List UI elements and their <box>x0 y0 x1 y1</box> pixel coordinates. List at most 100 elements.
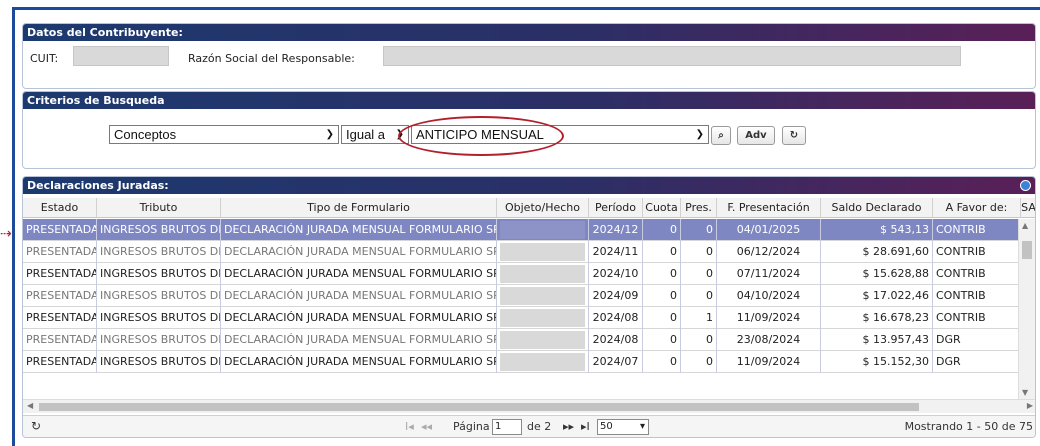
vertical-scrollbar[interactable]: ▲ ▼ <box>1018 219 1035 399</box>
page-input[interactable]: 1 <box>492 419 522 435</box>
razon-social-field <box>383 46 961 66</box>
first-page-icon[interactable]: I◂ <box>405 420 414 433</box>
col-estado[interactable]: Estado <box>23 198 97 218</box>
table-row[interactable]: PRESENTADAINGRESOS BRUTOS DIRECTODECLARA… <box>23 263 1019 285</box>
cell-periodo: 2024/08 <box>589 307 643 329</box>
cell-tributo: INGRESOS BRUTOS DIRECTO <box>97 219 221 241</box>
col-pres[interactable]: Pres. <box>681 198 717 218</box>
hscroll-thumb[interactable] <box>39 403 919 411</box>
table-row[interactable]: PRESENTADAINGRESOS BRUTOS DIRECTODECLARA… <box>23 351 1019 373</box>
table-row[interactable]: PRESENTADAINGRESOS BRUTOS DIRECTODECLARA… <box>23 285 1019 307</box>
cell-tipo: DECLARACIÓN JURADA MENSUAL FORMULARIO SR… <box>221 285 497 307</box>
horizontal-scrollbar[interactable]: ◀ ▶ <box>23 399 1035 413</box>
col-cuota[interactable]: Cuota <box>643 198 681 218</box>
refresh-icon: ↻ <box>789 130 799 141</box>
table-header: Estado Tributo Tipo de Formulario Objeto… <box>23 198 1035 218</box>
col-a-favor[interactable]: A Favor de: <box>933 198 1021 218</box>
cell-pres: 0 <box>681 351 717 373</box>
col-objeto-hecho[interactable]: Objeto/Hecho <box>497 198 589 218</box>
cell-fecha: 11/09/2024 <box>717 351 821 373</box>
redacted-field <box>500 243 585 261</box>
cell-objeto <box>497 329 589 351</box>
cell-favor: CONTRIB <box>933 307 1019 329</box>
cell-objeto <box>497 263 589 285</box>
table-row[interactable]: PRESENTADAINGRESOS BRUTOS DIRECTODECLARA… <box>23 307 1019 329</box>
advanced-button[interactable]: Adv <box>737 126 775 145</box>
field-select-value: Conceptos <box>114 127 177 142</box>
redacted-field <box>500 353 585 371</box>
scroll-down-icon[interactable]: ▼ <box>1022 388 1028 397</box>
cell-periodo: 2024/07 <box>589 351 643 373</box>
cell-objeto <box>497 241 589 263</box>
cell-cuota: 0 <box>643 329 681 351</box>
field-select[interactable]: Conceptos ❯ <box>109 125 339 144</box>
cell-estado: PRESENTADA <box>23 241 97 263</box>
per-page-select[interactable]: 50 ▾ <box>597 419 649 435</box>
cell-fecha: 07/11/2024 <box>717 263 821 285</box>
cell-saldo: $ 543,13 <box>821 219 933 241</box>
next-page-icon[interactable]: ▸▸ <box>563 420 574 433</box>
col-tipo-formulario[interactable]: Tipo de Formulario <box>221 198 497 218</box>
prev-page-icon[interactable]: ◂◂ <box>421 420 432 433</box>
chevron-down-icon: ❯ <box>325 129 334 140</box>
cell-cuota: 0 <box>643 351 681 373</box>
pager-refresh-icon[interactable]: ↻ <box>31 419 41 433</box>
cell-favor: CONTRIB <box>933 263 1019 285</box>
table-row[interactable]: PRESENTADAINGRESOS BRUTOS DIRECTODECLARA… <box>23 241 1019 263</box>
cell-tributo: INGRESOS BRUTOS DIRECTO <box>97 285 221 307</box>
scroll-right-icon[interactable]: ▶ <box>1027 401 1033 410</box>
contribuyente-title: Datos del Contribuyente: <box>23 24 1035 41</box>
pointer-arrow-icon: ⇢ <box>0 226 12 242</box>
cell-favor: CONTRIB <box>933 219 1019 241</box>
cell-objeto <box>497 307 589 329</box>
cell-periodo: 2024/10 <box>589 263 643 285</box>
cell-tributo: INGRESOS BRUTOS DIRECTO <box>97 329 221 351</box>
cell-tipo: DECLARACIÓN JURADA MENSUAL FORMULARIO SR… <box>221 307 497 329</box>
cell-cuota: 0 <box>643 307 681 329</box>
cell-fecha: 04/10/2024 <box>717 285 821 307</box>
cell-saldo: $ 17.022,46 <box>821 285 933 307</box>
cell-cuota: 0 <box>643 285 681 307</box>
cell-objeto <box>497 351 589 373</box>
cell-pres: 0 <box>681 329 717 351</box>
redacted-field <box>500 331 585 349</box>
col-fecha-presentacion[interactable]: F. Presentación <box>717 198 821 218</box>
scroll-up-icon[interactable]: ▲ <box>1022 221 1028 230</box>
pager-summary: Mostrando 1 - 50 de 75 <box>904 420 1033 433</box>
table-row[interactable]: PRESENTADAINGRESOS BRUTOS DIRECTODECLARA… <box>23 219 1019 241</box>
col-saldo-declarado[interactable]: Saldo Declarado <box>821 198 933 218</box>
cell-saldo: $ 15.152,30 <box>821 351 933 373</box>
cell-tipo: DECLARACIÓN JURADA MENSUAL FORMULARIO SR… <box>221 241 497 263</box>
scroll-thumb[interactable] <box>1022 241 1032 259</box>
cell-pres: 0 <box>681 263 717 285</box>
cell-saldo: $ 13.957,43 <box>821 329 933 351</box>
refresh-button[interactable]: ↻ <box>782 126 806 145</box>
criterios-title: Criterios de Busqueda <box>23 92 1035 109</box>
cell-estado: PRESENTADA <box>23 307 97 329</box>
cell-periodo: 2024/09 <box>589 285 643 307</box>
operator-select-value: Igual a <box>346 127 386 142</box>
cuit-label: CUIT: <box>30 52 59 65</box>
collapse-icon[interactable] <box>1020 180 1031 191</box>
last-page-icon[interactable]: ▸I <box>581 420 590 433</box>
cell-cuota: 0 <box>643 241 681 263</box>
cell-tributo: INGRESOS BRUTOS DIRECTO <box>97 351 221 373</box>
col-tributo[interactable]: Tributo <box>97 198 221 218</box>
cell-tributo: INGRESOS BRUTOS DIRECTO <box>97 263 221 285</box>
chevron-down-icon: ❯ <box>695 129 704 140</box>
col-periodo[interactable]: Período <box>589 198 643 218</box>
search-icon: ⌕ <box>718 130 724 141</box>
cell-cuota: 0 <box>643 219 681 241</box>
declaraciones-title: Declaraciones Juradas: <box>23 177 1035 194</box>
col-sa[interactable]: SA <box>1021 198 1035 218</box>
cell-favor: DGR <box>933 351 1019 373</box>
cell-estado: PRESENTADA <box>23 351 97 373</box>
cell-cuota: 0 <box>643 263 681 285</box>
table-row[interactable]: PRESENTADAINGRESOS BRUTOS DIRECTODECLARA… <box>23 329 1019 351</box>
cell-tipo: DECLARACIÓN JURADA MENSUAL FORMULARIO SR… <box>221 263 497 285</box>
cell-pres: 0 <box>681 285 717 307</box>
cell-objeto <box>497 285 589 307</box>
cell-periodo: 2024/08 <box>589 329 643 351</box>
search-button[interactable]: ⌕ <box>711 126 731 145</box>
scroll-left-icon[interactable]: ◀ <box>27 401 33 410</box>
